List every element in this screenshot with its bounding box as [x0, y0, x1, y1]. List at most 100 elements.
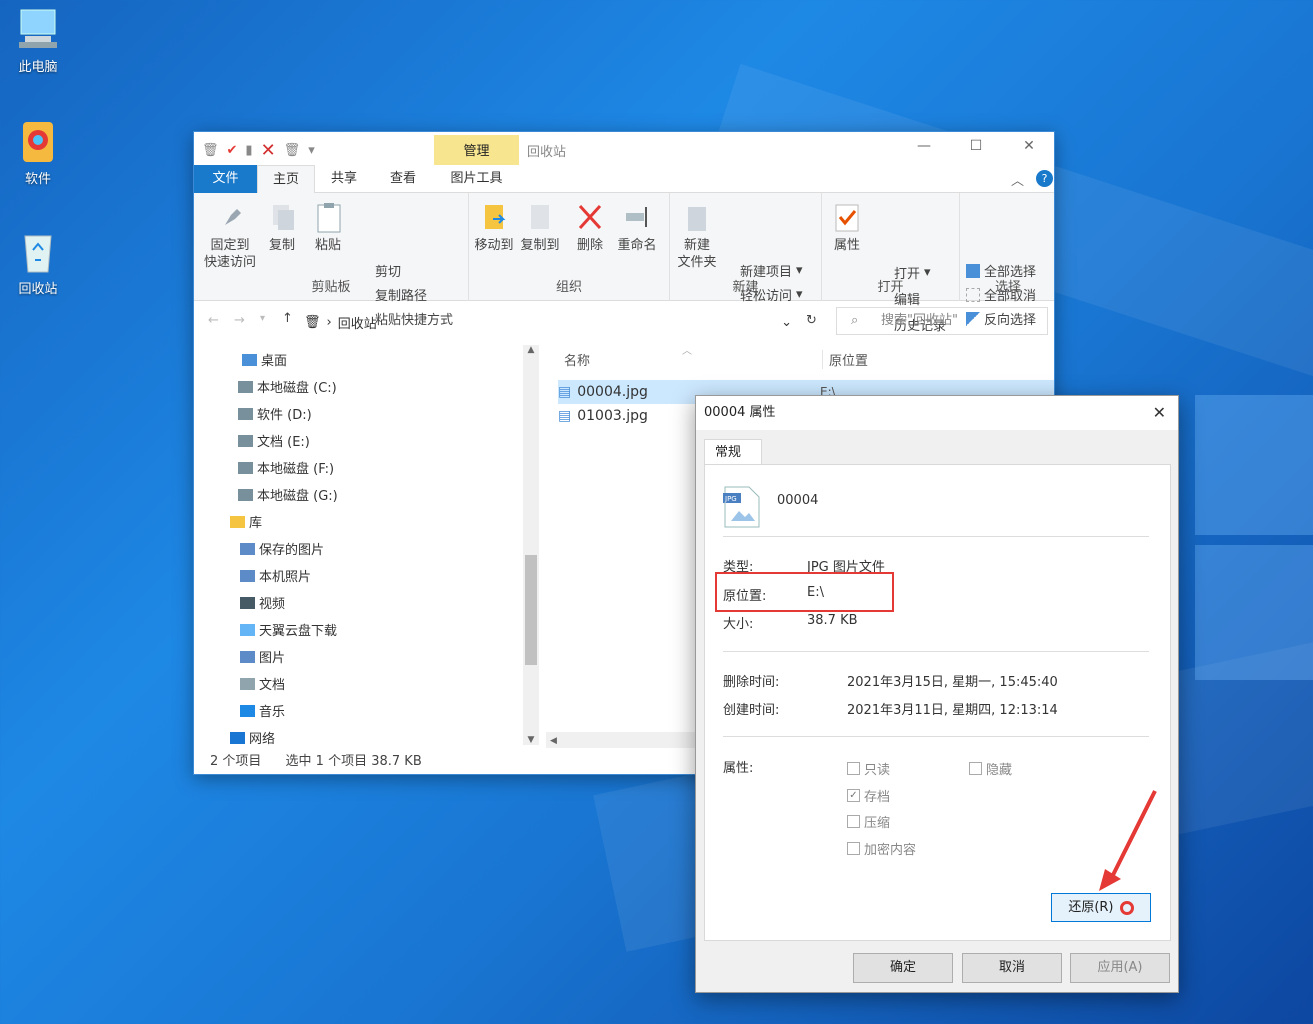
archive-checkbox[interactable]: ✓ 存档 [847, 786, 890, 805]
new-folder-button[interactable]: 新建 文件夹 [676, 201, 718, 271]
desktop-icon-label: 软件 [24, 172, 51, 187]
chevron-right-icon: › [326, 314, 332, 330]
context-tab-manage[interactable]: 管理 [434, 135, 519, 165]
attributes-label: 属性: [723, 761, 754, 776]
nav-item[interactable]: 库 [230, 512, 262, 531]
nav-item[interactable]: 文档 [240, 674, 285, 693]
nav-item[interactable]: 本地磁盘 (G:) [238, 485, 338, 504]
search-input[interactable]: ⌕ 搜索"回收站" [836, 307, 1048, 335]
library-icon [230, 515, 245, 528]
pictures-icon [240, 542, 255, 555]
properties-button[interactable]: 属性 [830, 201, 864, 254]
recent-chevron-icon[interactable]: ▾ [260, 313, 265, 324]
nav-item[interactable]: 桌面 [242, 350, 287, 369]
pin-quick-access-button[interactable]: 固定到 快速访问 [200, 201, 260, 271]
created-value: 2021年3月11日, 星期四, 12:13:14 [847, 703, 1058, 718]
delete-icon[interactable]: ✕ [261, 140, 276, 161]
ribbon-group-open: 属性 打开 ▾ 编辑 历史记录 打开 [822, 193, 960, 334]
drive-icon [238, 380, 253, 393]
nav-item[interactable]: 本机照片 [240, 566, 311, 585]
recycle-bin-icon: 🗑 [304, 314, 321, 330]
copy-button[interactable]: 复制 [264, 201, 300, 254]
file-name: 00004 [777, 493, 819, 508]
general-panel: JPG 00004 类型: JPG 图片文件 原位置: E:\ 大小: 38.7… [704, 464, 1171, 941]
properties-icon[interactable]: ✔ [227, 143, 238, 158]
forward-button[interactable]: → [234, 313, 245, 328]
scroll-down-icon[interactable]: ▼ [523, 735, 539, 745]
nav-scrollbar-thumb[interactable] [525, 555, 537, 665]
nav-item[interactable]: 软件 (D:) [238, 404, 312, 423]
nav-item[interactable]: 保存的图片 [240, 539, 324, 558]
nav-item[interactable]: 音乐 [240, 701, 285, 720]
ok-button[interactable]: 确定 [853, 953, 953, 983]
nav-item[interactable]: 图片 [240, 647, 285, 666]
cancel-button[interactable]: 取消 [962, 953, 1062, 983]
checkbox-icon [847, 842, 860, 855]
checkbox-icon [969, 762, 982, 775]
column-header-location[interactable]: 原位置 [822, 350, 868, 369]
tab-file[interactable]: 文件 [194, 165, 257, 193]
recycle-bin-icon [15, 228, 61, 274]
recycle-bin-small-icon[interactable]: 🗑 [284, 143, 301, 158]
minimize-button[interactable]: — [904, 138, 944, 154]
desktop-icon-software[interactable]: 软件 [3, 118, 73, 187]
address-box[interactable]: 🗑 › 回收站 ⌄ [304, 309, 792, 335]
new-folder-icon[interactable]: ▮ [245, 143, 252, 158]
horizontal-scrollbar[interactable]: ◀ [546, 732, 706, 748]
nav-item-label: 保存的图片 [259, 543, 325, 558]
divider [723, 736, 1149, 737]
tab-view[interactable]: 查看 [376, 165, 430, 193]
apply-button[interactable]: 应用(A) [1070, 953, 1170, 983]
chevron-down-icon[interactable]: ⌄ [781, 315, 792, 330]
nav-item-label: 库 [249, 516, 263, 531]
help-icon[interactable]: ? [1036, 170, 1053, 187]
window-title: 回收站 [527, 145, 567, 160]
close-button[interactable]: ✕ [1009, 138, 1049, 154]
rename-button[interactable]: 重命名 [615, 201, 659, 254]
collapse-ribbon-icon[interactable]: ︿ [1011, 170, 1024, 189]
desktop-icon-recycle-bin[interactable]: 回收站 [3, 228, 73, 297]
title-bar: 🗑 ✔ ▮ ✕ 🗑 ▾ 管理 回收站 — ☐ ✕ [194, 132, 1054, 165]
readonly-checkbox[interactable]: 只读 [847, 759, 890, 778]
encrypt-checkbox[interactable]: 加密内容 [847, 839, 916, 858]
nav-item[interactable]: 文档 (E:) [238, 431, 310, 450]
scroll-up-icon[interactable]: ▲ [523, 345, 539, 355]
tab-general[interactable]: 常规 [704, 439, 762, 465]
copy-to-button[interactable]: 复制到 [519, 201, 561, 254]
hidden-checkbox[interactable]: 隐藏 [969, 759, 1012, 778]
scroll-left-icon[interactable]: ◀ [546, 736, 557, 746]
nav-item-label: 本机照片 [259, 570, 312, 585]
desktop-icon-this-pc[interactable]: 此电脑 [3, 6, 73, 75]
tab-home[interactable]: 主页 [257, 165, 315, 194]
nav-item[interactable]: 天翼云盘下载 [240, 620, 337, 639]
nav-item[interactable]: 本地磁盘 (F:) [238, 458, 334, 477]
refresh-button[interactable]: ↻ [806, 313, 817, 328]
dialog-close-button[interactable]: ✕ [1153, 396, 1166, 430]
delete-button[interactable]: 删除 [575, 201, 605, 254]
properties-dialog: 00004 属性 ✕ 常规 JPG 00004 类型: JPG 图片文件 原位置… [695, 395, 1179, 993]
ribbon-group-label: 新建 [732, 280, 759, 295]
compress-checkbox[interactable]: 压缩 [847, 812, 890, 831]
back-button[interactable]: ← [208, 313, 219, 328]
nav-item[interactable]: 本地磁盘 (C:) [238, 377, 337, 396]
paste-button[interactable]: 粘贴 [308, 201, 348, 254]
dialog-title-bar: 00004 属性 ✕ [696, 396, 1178, 430]
chevron-down-icon[interactable]: ▾ [308, 143, 315, 158]
nav-item[interactable]: 视频 [240, 593, 285, 612]
tab-share[interactable]: 共享 [318, 165, 370, 193]
delete-icon [575, 201, 605, 233]
maximize-button[interactable]: ☐ [956, 138, 996, 154]
column-header-name[interactable]: 名称 [564, 350, 590, 369]
move-to-button[interactable]: 移动到 [473, 201, 515, 254]
tab-picture-tools[interactable]: 图片工具 [439, 165, 514, 193]
nav-item-label: 音乐 [259, 705, 286, 720]
nav-item[interactable]: 网络 [230, 728, 275, 747]
up-button[interactable]: ↑ [282, 311, 293, 326]
nav-scrollbar[interactable]: ▲ ▼ [523, 345, 539, 745]
windows-logo-pane [1195, 395, 1313, 535]
properties-icon [832, 201, 862, 233]
pin-icon [215, 201, 245, 233]
cursor-indicator-icon [1119, 900, 1134, 915]
restore-button[interactable]: 还原(R) [1051, 893, 1151, 922]
ribbon-group-label: 组织 [555, 280, 582, 295]
